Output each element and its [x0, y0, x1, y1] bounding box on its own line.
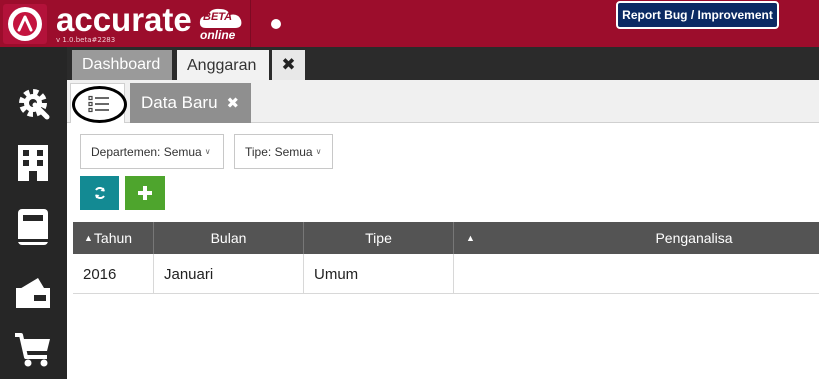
departemen-filter[interactable]: Departemen: Semua ∨ — [80, 134, 224, 169]
brand-name: accurate — [56, 1, 192, 38]
column-header-sort[interactable]: ▲︎ — [454, 222, 514, 254]
close-data-baru-icon[interactable]: ✖ — [227, 94, 240, 112]
tab-dashboard[interactable]: Dashboard — [72, 50, 172, 80]
tipe-filter[interactable]: Tipe: Semua ∨ — [234, 134, 333, 169]
chevron-down-icon: ∨ — [315, 147, 322, 156]
close-tab-icon[interactable]: ✖ — [272, 50, 305, 80]
add-button[interactable] — [125, 176, 165, 210]
online-label: online — [200, 28, 236, 42]
anggaran-panel: Data Baru ✖ Departemen: Semua ∨ Tipe: Se… — [67, 80, 819, 379]
gear-wrench-icon[interactable] — [13, 83, 53, 123]
header-divider — [250, 0, 251, 47]
column-header-penganalisa[interactable]: Penganalisa — [514, 222, 819, 254]
cell-tahun: 2016 — [73, 254, 154, 294]
main-tab-strip: Dashboard Anggaran ✖ — [67, 47, 819, 80]
tab-anggaran[interactable]: Anggaran — [177, 50, 269, 80]
status-dot-icon — [271, 19, 281, 29]
beta-label: BETA — [203, 11, 233, 23]
highlight-circle — [72, 86, 127, 123]
departemen-filter-label: Departemen: Semua — [91, 144, 202, 159]
data-baru-tab[interactable]: Data Baru ✖ — [130, 83, 251, 123]
column-header-tipe[interactable]: Tipe — [304, 222, 454, 254]
version-label: v 1.0.beta#2283 — [56, 36, 116, 44]
logo-a-icon — [8, 7, 42, 41]
app-header: accurate v 1.0.beta#2283 BETA online Rep… — [0, 0, 819, 47]
list-view-tab[interactable] — [70, 83, 127, 123]
building-icon[interactable] — [13, 143, 53, 183]
report-bug-button[interactable]: Report Bug / Improvement — [616, 1, 779, 29]
module-sidebar — [0, 47, 67, 379]
sort-icon: ▲︎ — [84, 233, 93, 243]
cell-penganalisa — [454, 254, 819, 294]
refresh-icon — [94, 187, 105, 199]
cell-tipe: Umum — [304, 254, 454, 294]
plus-icon — [138, 186, 152, 200]
book-icon[interactable] — [13, 207, 53, 247]
accurate-logo[interactable] — [3, 4, 47, 44]
data-baru-label: Data Baru — [141, 93, 218, 112]
chevron-down-icon: ∨ — [204, 147, 211, 156]
wallet-icon[interactable] — [13, 272, 53, 312]
refresh-button[interactable] — [80, 176, 119, 210]
table-row[interactable]: 2016 Januari Umum — [73, 254, 819, 294]
column-header-bulan[interactable]: Bulan — [154, 222, 304, 254]
tipe-filter-label: Tipe: Semua — [245, 144, 313, 159]
column-header-tahun[interactable]: ▲︎ Tahun — [73, 222, 154, 254]
table-header: ▲︎ Tahun Bulan Tipe ▲︎ Penganalisa — [73, 222, 819, 254]
app-frame: accurate v 1.0.beta#2283 BETA online Rep… — [0, 0, 819, 379]
subtab-bar: Data Baru ✖ — [67, 80, 819, 123]
cell-bulan: Januari — [154, 254, 304, 294]
sort-icon: ▲︎ — [466, 233, 475, 243]
cart-icon[interactable] — [13, 330, 53, 370]
